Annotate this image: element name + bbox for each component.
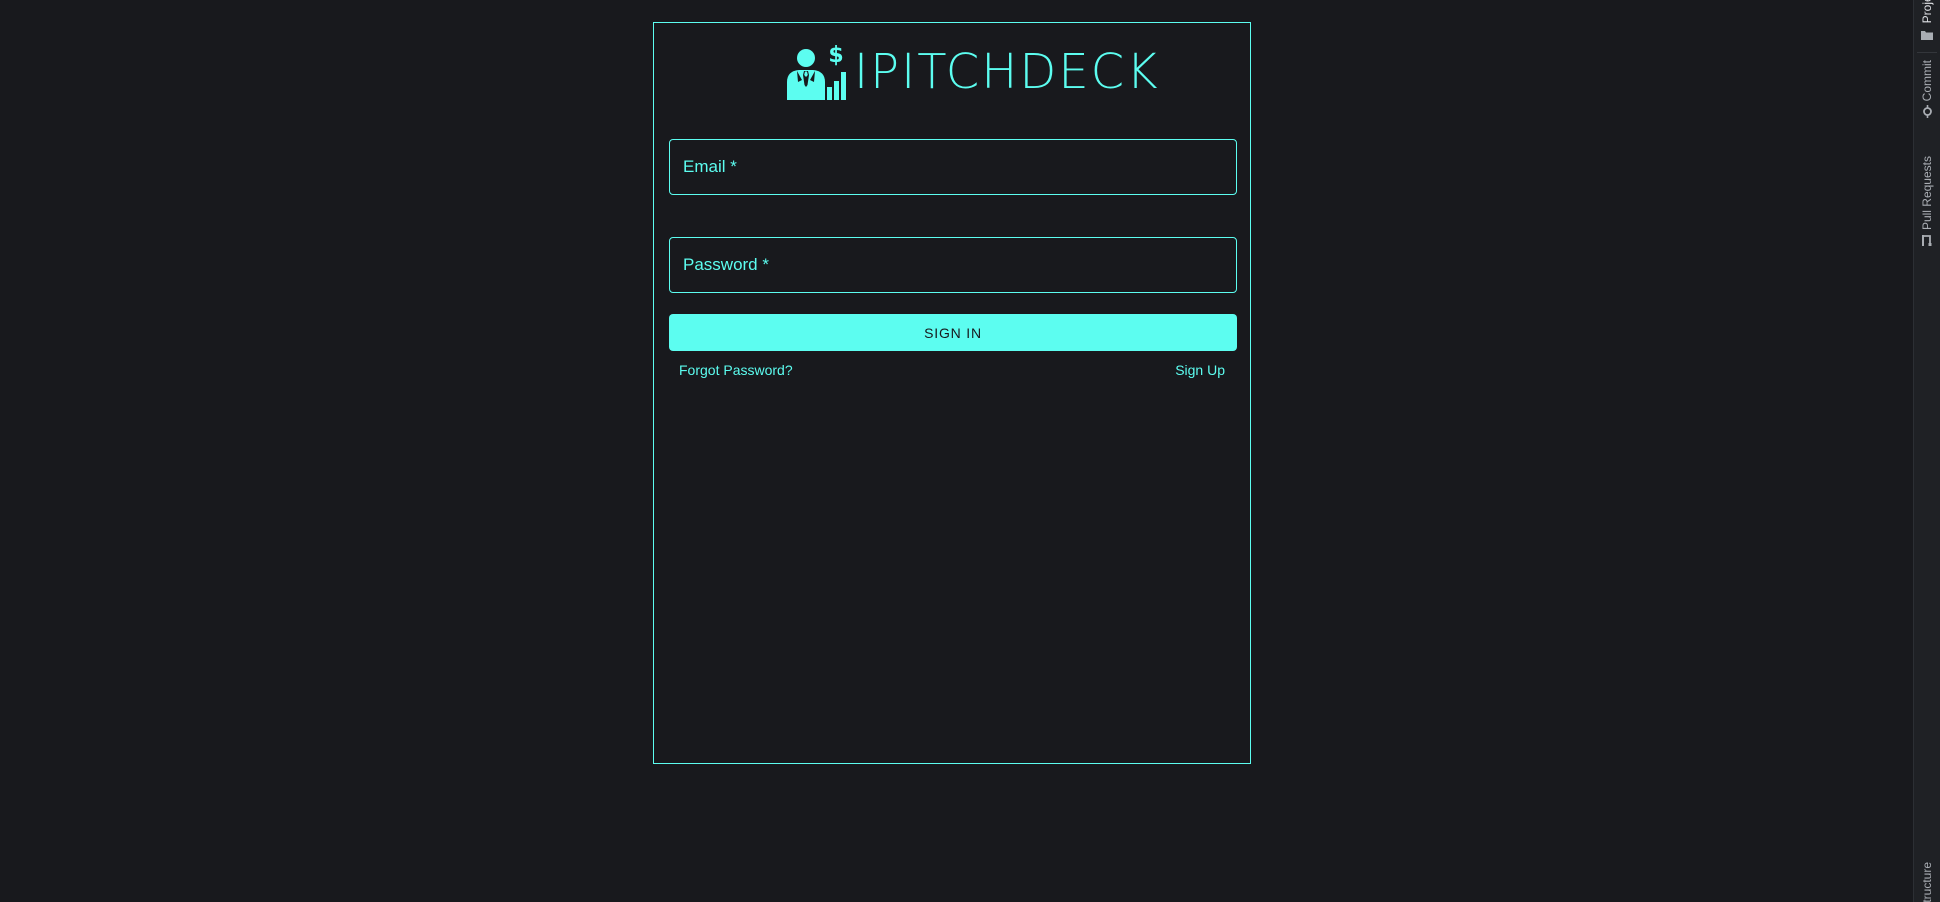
sign-up-link[interactable]: Sign Up [1175,362,1225,378]
toolstrip-project-label: Project [1920,0,1934,24]
toolstrip-commit-label: Commit [1920,60,1934,102]
toolstrip-pull-requests-tab[interactable]: Pull Requests [1914,156,1940,256]
login-card: $ IPITCHDECK Email * Password * SIGN IN … [653,22,1251,764]
toolstrip-structure-tab[interactable]: Structure [1914,862,1940,902]
app-logo: $ IPITCHDECK [784,38,1160,100]
password-field[interactable]: Password * [669,237,1237,293]
toolstrip-divider [1917,52,1937,53]
toolstrip-pull-requests-label: Pull Requests [1920,156,1934,231]
sign-in-button[interactable]: SIGN IN [669,314,1237,351]
email-field[interactable]: Email * [669,139,1237,195]
email-input[interactable] [670,140,1236,194]
logo-text: IPITCHDECK [854,44,1160,100]
svg-text:$: $ [828,44,843,68]
toolstrip-commit-tab[interactable]: Commit [1914,60,1940,127]
password-input[interactable] [670,238,1236,292]
toolstrip-project-tab[interactable]: Project [1914,0,1940,49]
businessman-dollar-growth-icon: $ [787,44,846,100]
pull-request-icon [1921,234,1933,252]
toolstrip-structure-label: Structure [1920,862,1934,902]
commit-icon [1921,105,1934,123]
ide-right-toolstrip: Project Commit Pull Requests Structure [1913,0,1940,902]
forgot-password-link[interactable]: Forgot Password? [679,362,793,378]
app-window: $ IPITCHDECK Email * Password * SIGN IN … [0,0,1940,902]
folder-icon [1921,27,1933,45]
